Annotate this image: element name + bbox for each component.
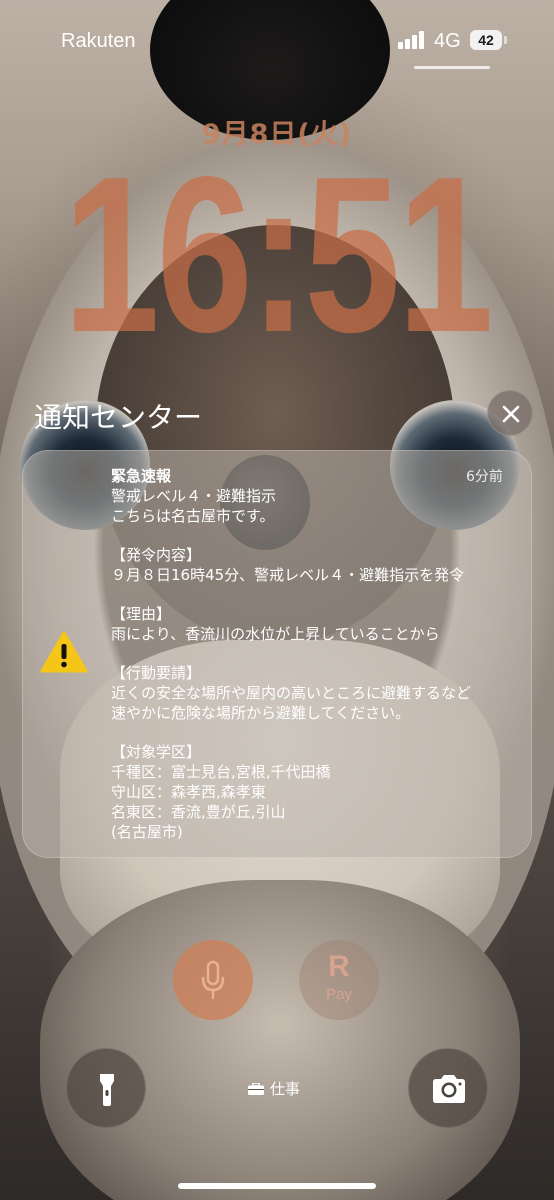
camera-button[interactable] (408, 1048, 488, 1128)
rakuten-pay-letter: R (328, 950, 350, 983)
notification-time: 6分前 (466, 469, 503, 485)
flashlight-button[interactable] (66, 1048, 146, 1128)
rakuten-pay-widget: R Pay (299, 940, 379, 1020)
briefcase-icon (248, 1083, 264, 1095)
notification-line: 警戒レベル４・避難指示 (111, 487, 277, 505)
notification-line: 名東区：香流,豊が丘,引山 (111, 803, 286, 821)
camera-icon (433, 1075, 465, 1103)
notification-center-title: 通知センター (34, 401, 203, 434)
microphone-icon (201, 960, 225, 1000)
rakuten-pay-label: Pay (326, 986, 352, 1003)
control-center-indicator[interactable] (414, 66, 490, 69)
close-icon (502, 405, 520, 423)
lock-clock: 16:51 (63, 131, 493, 379)
wallpaper-body (40, 880, 520, 1200)
notification-line: 【行動要請】 (111, 664, 202, 682)
notification-line: 雨により、香流川の水位が上昇していることから (111, 625, 440, 643)
notification-line: 【理由】 (111, 605, 172, 623)
notification-line: (名古屋市) (111, 823, 183, 841)
close-notifications-button[interactable] (487, 390, 533, 436)
warning-icon (40, 631, 88, 673)
notification-title: 緊急速報 (111, 467, 172, 485)
network-type: 4G (434, 30, 461, 52)
battery-level: 42 (478, 32, 494, 48)
home-indicator[interactable] (178, 1183, 376, 1189)
notification-line: 近くの安全な場所や屋内の高いところに避難するなど (111, 684, 472, 702)
status-bar: Rakuten 4G 42 (0, 0, 554, 80)
notification-line: 【発令内容】 (111, 546, 202, 564)
focus-mode-label: 仕事 (270, 1080, 301, 1098)
battery-icon: 42 (470, 30, 507, 50)
notification-line: 速やかに危険な場所から避難してください。 (111, 704, 411, 722)
notification-line: 千種区：富士見台,宮根,千代田橋 (111, 763, 331, 781)
focus-mode-indicator[interactable]: 仕事 (248, 1078, 300, 1099)
flashlight-icon (100, 1074, 114, 1106)
notification-line: 【対象学区】 (111, 743, 202, 761)
emergency-notification-card[interactable] (22, 450, 532, 858)
notification-line: こちらは名古屋市です。 (111, 507, 275, 525)
signal-icon (398, 31, 426, 49)
notification-line: 守山区：森孝西,森孝東 (111, 783, 266, 801)
notification-line: ９月８日16時45分、警戒レベル４・避難指示を発令 (111, 566, 465, 584)
voice-memo-widget (173, 940, 253, 1020)
carrier-name: Rakuten (61, 30, 136, 52)
